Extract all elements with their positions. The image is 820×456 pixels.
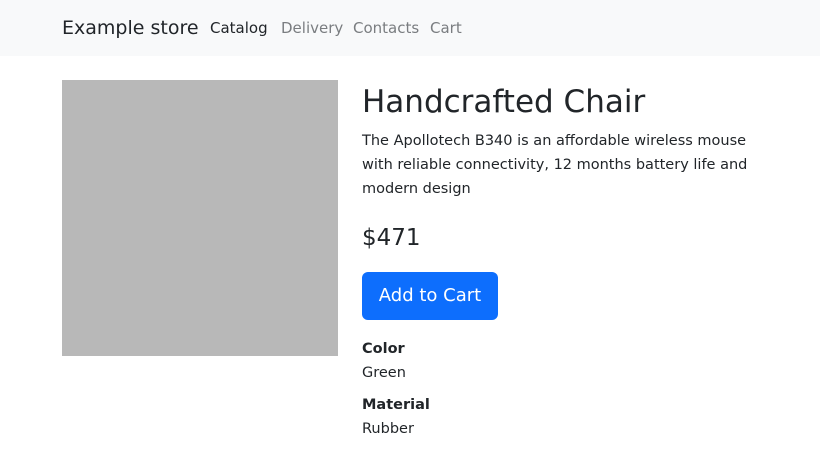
attribute-label-color: Color xyxy=(362,341,405,357)
product-description: The Apollotech B340 is an affordable wir… xyxy=(362,133,748,197)
add-to-cart-button[interactable]: Add to Cart xyxy=(362,272,498,320)
attribute-value-material: Rubber xyxy=(362,421,414,437)
nav-link-delivery[interactable]: Delivery xyxy=(281,18,343,38)
nav-link-cart[interactable]: Cart xyxy=(430,18,462,38)
product-image-placeholder xyxy=(62,80,338,356)
product-price: $471 xyxy=(362,225,421,251)
product-title: Handcrafted Chair xyxy=(362,84,646,120)
brand-link[interactable]: Example store xyxy=(62,16,199,40)
attribute-value-color: Green xyxy=(362,365,406,381)
navbar: Example store Catalog Delivery Contacts … xyxy=(0,0,820,56)
nav-link-contacts[interactable]: Contacts xyxy=(353,18,419,38)
attribute-label-material: Material xyxy=(362,397,430,413)
nav-link-catalog[interactable]: Catalog xyxy=(210,18,268,38)
